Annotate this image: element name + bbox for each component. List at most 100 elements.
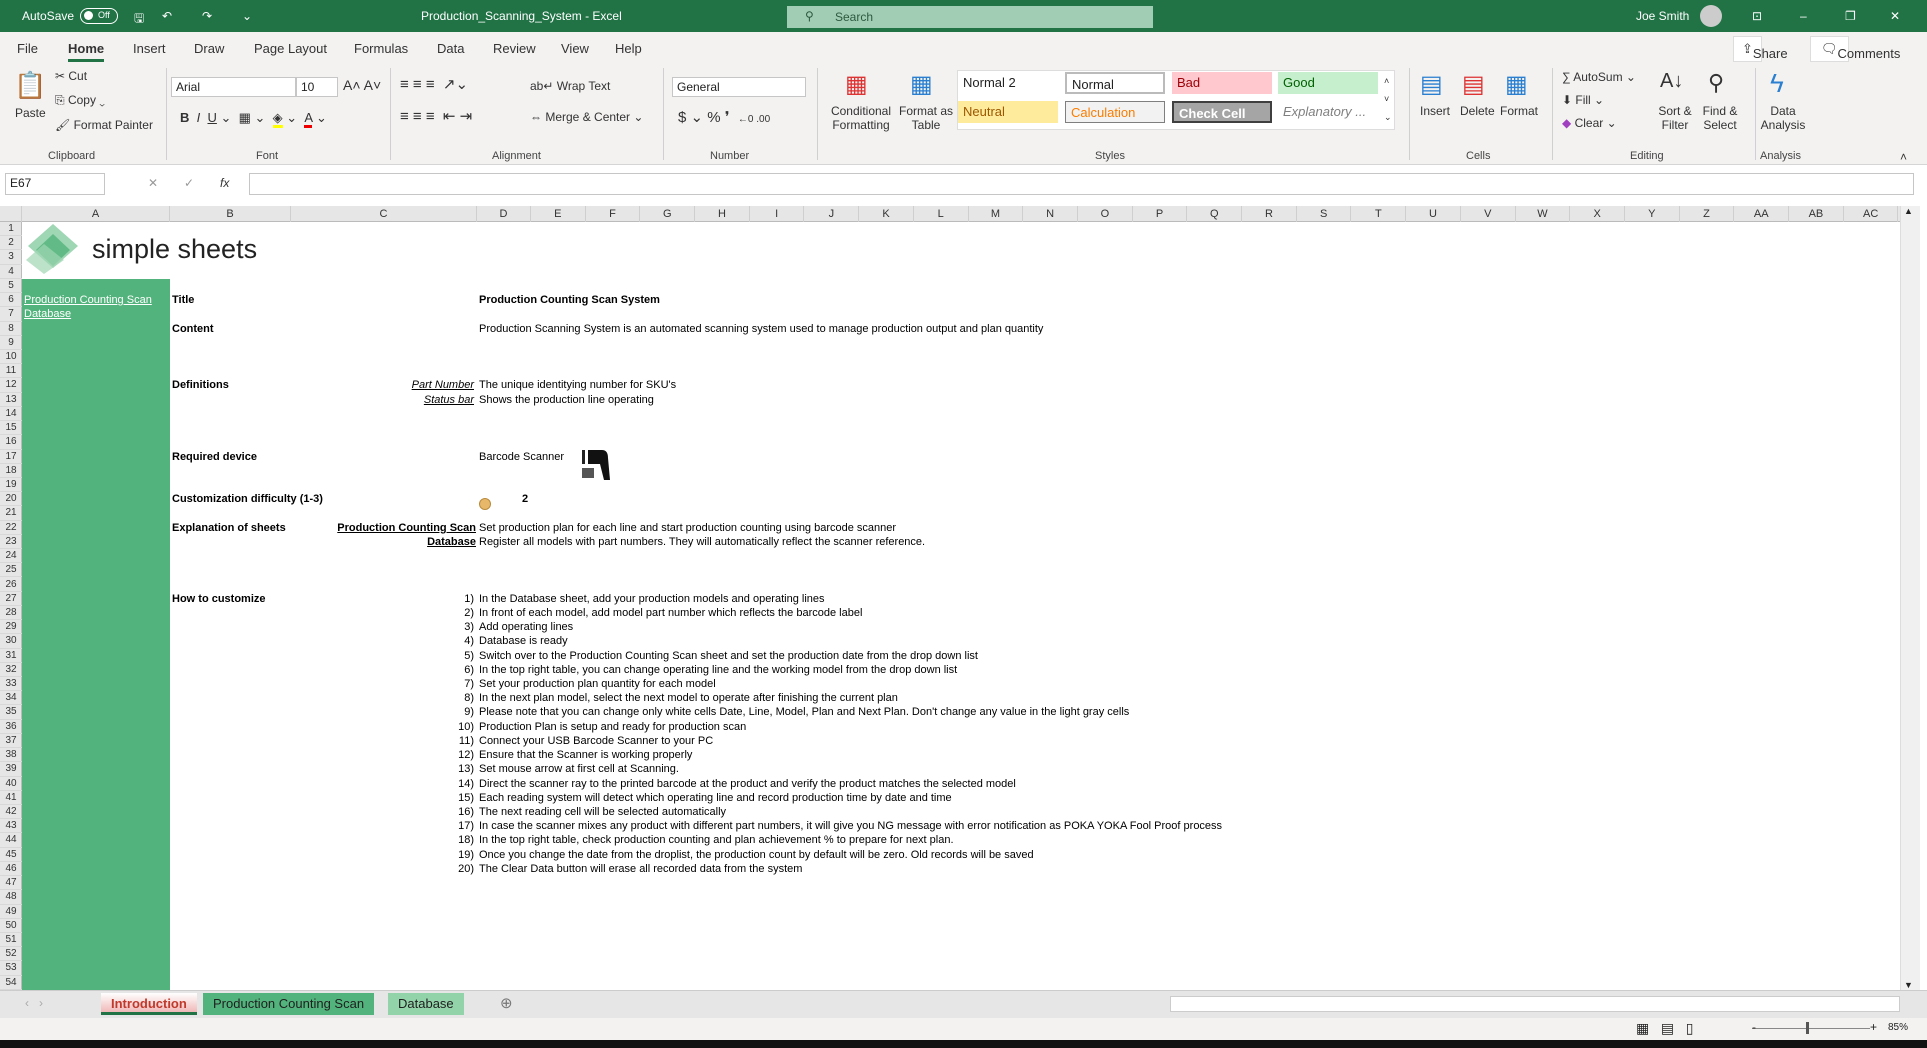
tab-home[interactable]: Home	[68, 41, 105, 62]
font-name-select[interactable]: Arial	[171, 77, 296, 97]
cut-button[interactable]: ✂ Cut	[55, 69, 87, 83]
scroll-up-icon[interactable]: ▲	[1904, 206, 1913, 216]
row-header[interactable]: 31	[0, 649, 22, 663]
column-header[interactable]: T	[1352, 206, 1407, 222]
nav-link-production-counting-scan[interactable]: Production Counting Scan	[24, 293, 152, 307]
paste-icon[interactable]: 📋	[14, 70, 46, 101]
column-header[interactable]: AA	[1734, 206, 1790, 222]
column-header[interactable]: I	[750, 206, 805, 222]
row-header[interactable]: 45	[0, 848, 22, 862]
column-header[interactable]: E	[531, 206, 586, 222]
tab-help[interactable]: Help	[615, 41, 642, 56]
sheet-tab-production-counting-scan[interactable]: Production Counting Scan	[203, 993, 375, 1015]
collapse-ribbon-icon[interactable]: ˄	[1900, 150, 1907, 164]
format-painter-button[interactable]: 🖌 Format Painter	[55, 118, 153, 132]
insert-cells-button[interactable]: Insert	[1420, 104, 1450, 118]
tab-view[interactable]: View	[561, 41, 589, 56]
column-header[interactable]: C	[291, 206, 477, 222]
copy-button[interactable]: ⎘ Copy ⌄	[55, 93, 105, 108]
column-header[interactable]: X	[1570, 206, 1625, 222]
align-horizontal-buttons[interactable]: ≡ ≡ ≡ ⇤ ⇥	[400, 107, 472, 125]
row-header[interactable]: 53	[0, 961, 22, 976]
style-neutral[interactable]: Neutral	[958, 101, 1058, 123]
scroll-down-icon[interactable]: ▼	[1904, 980, 1913, 990]
insert-cells-icon[interactable]: ▤	[1420, 70, 1443, 99]
undo-icon[interactable]: ↶	[162, 9, 172, 23]
column-header[interactable]: L	[914, 206, 969, 222]
row-header[interactable]: 14	[0, 407, 22, 422]
share-button[interactable]: ⇪ Share	[1733, 36, 1788, 62]
zoom-in-icon[interactable]: +	[1870, 1020, 1877, 1034]
row-header[interactable]: 42	[0, 805, 22, 820]
row-header[interactable]: 29	[0, 620, 22, 635]
sheet-nav-arrows[interactable]: ‹ ›	[25, 996, 43, 1010]
column-header[interactable]: D	[477, 206, 531, 222]
restore-icon[interactable]: ❐	[1845, 9, 1856, 23]
column-header[interactable]: Y	[1625, 206, 1680, 222]
column-header[interactable]: Q	[1187, 206, 1243, 222]
style-normal[interactable]: Normal	[1065, 72, 1165, 94]
row-header[interactable]: 47	[0, 876, 22, 891]
row-header[interactable]: 1	[0, 222, 22, 237]
format-cells-icon[interactable]: ▦	[1505, 70, 1528, 99]
column-header[interactable]: O	[1078, 206, 1133, 222]
data-analysis-icon[interactable]: ϟ	[1770, 68, 1784, 99]
tab-file[interactable]: File	[17, 41, 38, 56]
style-explanatory[interactable]: Explanatory ...	[1278, 101, 1378, 123]
column-header[interactable]: R	[1242, 206, 1297, 222]
row-header[interactable]: 46	[0, 862, 22, 877]
format-cells-button[interactable]: Format	[1500, 104, 1538, 118]
row-header[interactable]: 21	[0, 506, 22, 521]
clear-button[interactable]: ◆ Clear ⌄	[1562, 116, 1617, 130]
style-bad[interactable]: Bad	[1172, 72, 1272, 94]
sheet-link-production-counting-scan[interactable]: Production Counting Scan	[337, 521, 476, 535]
find-select-button[interactable]: Find & Select	[1697, 104, 1743, 132]
autosave-toggle[interactable]: Off	[80, 8, 118, 24]
row-header[interactable]: 5	[0, 279, 22, 294]
style-check-cell[interactable]: Check Cell	[1172, 101, 1272, 123]
data-analysis-button[interactable]: Data Analysis	[1760, 104, 1806, 132]
paste-button[interactable]: Paste	[15, 106, 46, 120]
row-header[interactable]: 44	[0, 833, 22, 848]
row-header[interactable]: 34	[0, 691, 22, 706]
sheet-tab-introduction[interactable]: Introduction	[101, 993, 197, 1015]
zoom-slider[interactable]	[1752, 1028, 1870, 1029]
sheet-link-database[interactable]: Database	[427, 535, 476, 549]
row-header[interactable]: 7	[0, 307, 22, 322]
row-header[interactable]: 12	[0, 378, 22, 393]
column-header[interactable]: S	[1297, 206, 1352, 222]
row-header[interactable]: 30	[0, 634, 22, 649]
number-format-buttons[interactable]: $ ⌄ % ❜ ←0 .00	[678, 108, 770, 126]
row-header[interactable]: 11	[0, 364, 22, 379]
row-header[interactable]: 50	[0, 919, 22, 933]
delete-cells-button[interactable]: Delete	[1460, 104, 1495, 118]
column-header[interactable]: Z	[1680, 206, 1735, 222]
style-good[interactable]: Good	[1278, 72, 1378, 94]
row-header[interactable]: 38	[0, 748, 22, 763]
zoom-slider-thumb[interactable]	[1806, 1022, 1809, 1034]
column-header[interactable]: U	[1406, 206, 1461, 222]
tab-data[interactable]: Data	[437, 41, 464, 56]
row-header[interactable]: 3	[0, 250, 22, 265]
column-header[interactable]: M	[969, 206, 1024, 222]
tab-draw[interactable]: Draw	[194, 41, 224, 56]
row-header[interactable]: 33	[0, 677, 22, 692]
style-calculation[interactable]: Calculation	[1065, 101, 1165, 123]
row-header[interactable]: 28	[0, 606, 22, 621]
row-header[interactable]: 27	[0, 592, 22, 606]
conditional-formatting-icon[interactable]: ▦	[845, 70, 868, 99]
styles-scroll-buttons[interactable]: ˄ ˅ ⌄	[1384, 72, 1392, 126]
style-normal-2[interactable]: Normal 2	[958, 72, 1058, 94]
row-header[interactable]: 18	[0, 464, 22, 478]
column-header[interactable]: F	[586, 206, 641, 222]
font-size-select[interactable]: 10	[296, 77, 338, 97]
row-header[interactable]: 43	[0, 819, 22, 834]
nav-link-database[interactable]: Database	[24, 307, 71, 321]
column-header[interactable]: P	[1133, 206, 1188, 222]
row-header[interactable]: 49	[0, 905, 22, 919]
vertical-scrollbar[interactable]: ▲ ▼	[1900, 206, 1920, 990]
column-header[interactable]: A	[22, 206, 170, 222]
column-header[interactable]: J	[805, 206, 860, 222]
column-header[interactable]: AC	[1844, 206, 1899, 222]
zoom-level[interactable]: 85%	[1888, 1022, 1908, 1033]
